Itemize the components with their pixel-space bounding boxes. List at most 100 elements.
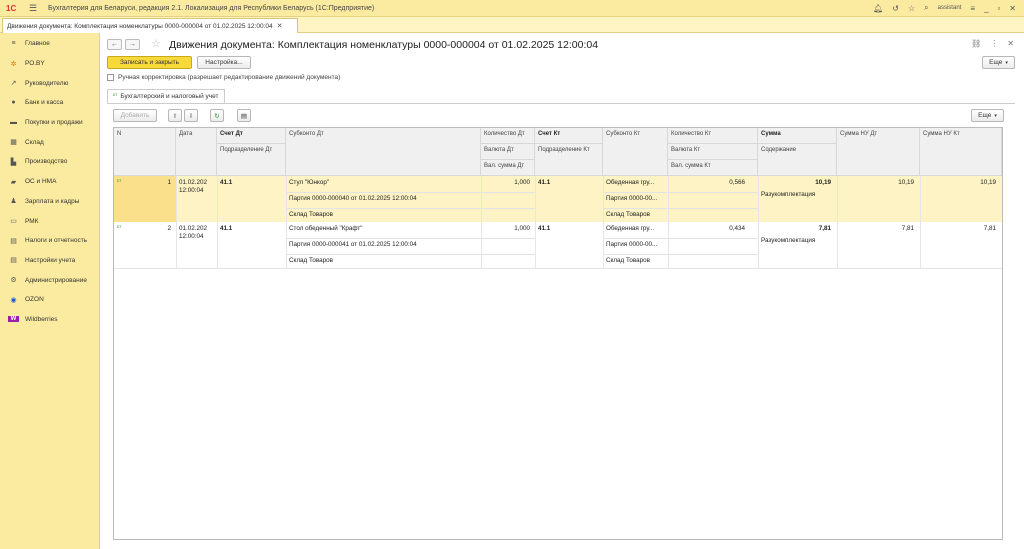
subrow-divider	[286, 192, 481, 193]
search-icon[interactable]: ⌕	[924, 3, 928, 13]
column-header-qty-dt: Количество Дт	[481, 128, 535, 144]
open-window-tab[interactable]: Движения документа: Комплектация номенкл…	[2, 18, 298, 33]
sidebar-item[interactable]: ♟ Зарплата и кадры	[0, 192, 99, 212]
more-button-label: Еще	[989, 59, 1003, 66]
column-divider	[286, 176, 287, 268]
row-qty-kt: 0,566	[729, 179, 745, 186]
sidebar-item[interactable]: W Wildberries	[0, 310, 99, 330]
chart-icon: ▤	[10, 237, 17, 245]
refresh-icon[interactable]: ↻	[210, 109, 224, 122]
sidebar-item[interactable]: ▰ ОС и НМА	[0, 172, 99, 192]
header-icons: ⛓ ⋮ ✕	[971, 39, 1014, 48]
row-time: 12:00:04	[179, 233, 204, 240]
row-account-kt: 41.1	[538, 179, 551, 186]
sidebar-item[interactable]: ▬ Покупки и продажи	[0, 113, 99, 133]
sidebar-item-label: Производство	[25, 158, 68, 166]
row-content: Разукомплектация	[761, 191, 816, 198]
column-divider	[668, 176, 669, 268]
row-subconto-kt: Склад Товаров	[606, 257, 650, 264]
close-form-icon[interactable]: ✕	[1007, 39, 1014, 48]
sidebar-item[interactable]: ↗ Руководителю	[0, 73, 99, 93]
row-subconto-kt: Обеденная гру...	[606, 179, 655, 186]
sidebar-item-label: Настройки учета	[25, 256, 76, 264]
subrow-divider	[286, 208, 481, 209]
manual-edit-row[interactable]: Ручная корректировка (разрешает редактир…	[107, 74, 340, 81]
forward-button[interactable]: →	[125, 39, 140, 50]
sidebar-item[interactable]: ◉ OZON	[0, 290, 99, 310]
row-subconto-dt: Склад Товаров	[289, 257, 333, 264]
row-time: 12:00:04	[179, 187, 204, 194]
row-number: 2	[167, 225, 171, 232]
close-icon[interactable]: ✕	[1009, 4, 1016, 13]
favorite-star-icon[interactable]: ☆	[151, 37, 161, 50]
favorites-icon[interactable]: ☆	[908, 4, 915, 13]
more-button[interactable]: Еще ▾	[982, 56, 1015, 69]
add-button[interactable]: Добавить	[113, 109, 157, 122]
star-icon: ✲	[10, 60, 17, 68]
subrow-divider	[603, 192, 668, 193]
column-header-date: Дата	[176, 128, 217, 176]
sidebar-item-label: Руководителю	[25, 79, 69, 87]
manual-edit-checkbox[interactable]	[107, 74, 114, 81]
minimize-icon[interactable]: _	[984, 4, 988, 13]
back-button[interactable]: ←	[107, 39, 122, 50]
settings-button[interactable]: Настройка...	[197, 56, 251, 69]
subrow-divider	[603, 238, 668, 239]
column-header-cur-sum-dt: Вал. сумма Дт	[481, 160, 535, 176]
ozon-icon: ◉	[10, 296, 17, 304]
manual-edit-label: Ручная корректировка (разрешает редактир…	[118, 74, 341, 81]
move-down-icon[interactable]: ⬇	[184, 109, 198, 122]
column-header-qty-kt: Количество Кт	[668, 128, 758, 144]
columns-icon[interactable]: ▤	[237, 109, 251, 122]
more-vertical-icon[interactable]: ⋮	[990, 39, 998, 48]
move-up-icon[interactable]: ⬆	[168, 109, 182, 122]
sidebar-item-label: Банк и касса	[25, 99, 64, 107]
subrow-divider	[481, 208, 535, 209]
row-content: Разукомплектация	[761, 237, 816, 244]
page-title: Движения документа: Комплектация номенкл…	[169, 39, 599, 51]
subrow-divider	[286, 238, 481, 239]
sidebar-item-label: Wildberries	[25, 315, 58, 323]
history-icon[interactable]: ↺	[892, 4, 899, 13]
sidebar-item[interactable]: ≡ Главное	[0, 34, 99, 54]
tab-accounting[interactable]: ᴰᵀ Бухгалтерский и налоговый учет	[107, 89, 225, 103]
tab-divider	[107, 103, 1015, 104]
settings-list-icon: ▤	[10, 257, 17, 265]
sidebar-item[interactable]: ⚙ Администрирование	[0, 270, 99, 290]
title-bar: 1С ☰ Бухгалтерия для Беларуси, редакция …	[0, 0, 1024, 17]
sidebar-item-label: ОС и НМА	[25, 178, 57, 186]
title-bar-tools: 🔔︎ ↺ ☆ ⌕ assistant ≡ _ ▫ ✕	[873, 3, 1016, 13]
user-name[interactable]: assistant	[938, 5, 962, 11]
column-header-currency-dt: Валюта Дт	[481, 144, 535, 160]
sidebar-item[interactable]: ▤ Налоги и отчетность	[0, 231, 99, 251]
link-icon[interactable]: ⛓	[971, 39, 981, 48]
sidebar-item[interactable]: ▦ Склад	[0, 132, 99, 152]
bell-icon[interactable]: 🔔︎	[873, 4, 883, 13]
sidebar-item[interactable]: ● Банк и касса	[0, 93, 99, 113]
cart-icon: ▬	[10, 119, 17, 127]
sidebar-item[interactable]: ▭ РМК	[0, 211, 99, 231]
gear-icon: ⚙	[10, 277, 17, 285]
chevron-down-icon: ▾	[1005, 59, 1008, 66]
row-sum-nu-kt: 7,81	[983, 225, 996, 232]
sidebar-item[interactable]: ▤ Настройки учета	[0, 251, 99, 271]
table-more-button[interactable]: Еще ▾	[971, 109, 1004, 122]
subrow-divider	[668, 192, 758, 193]
close-tab-icon[interactable]: ✕	[277, 22, 283, 30]
sidebar-item[interactable]: ✲ РО.BY	[0, 54, 99, 74]
row-subconto-dt: Стол обеденный "Крафт"	[289, 225, 363, 232]
main-menu-icon[interactable]: ☰	[26, 3, 40, 14]
column-header-account-dt: Счет Дт	[217, 128, 286, 144]
register-icon: ▭	[10, 218, 17, 226]
settings-menu-icon[interactable]: ≡	[970, 4, 975, 13]
sidebar-item[interactable]: ▙ Производство	[0, 152, 99, 172]
column-header-account-kt: Счет Кт	[535, 128, 603, 144]
row-account-dt: 41.1	[220, 225, 233, 232]
column-header-cur-sum-kt: Вал. сумма Кт	[668, 160, 758, 176]
restore-icon[interactable]: ▫	[997, 4, 1000, 13]
entry-type-icon: ᴰᵀ	[117, 225, 122, 231]
save-close-button[interactable]: Записать и закрыть	[107, 56, 192, 69]
subrow-divider	[286, 254, 481, 255]
column-header-sum: Сумма	[758, 128, 837, 144]
row-qty-kt: 0,434	[729, 225, 745, 232]
